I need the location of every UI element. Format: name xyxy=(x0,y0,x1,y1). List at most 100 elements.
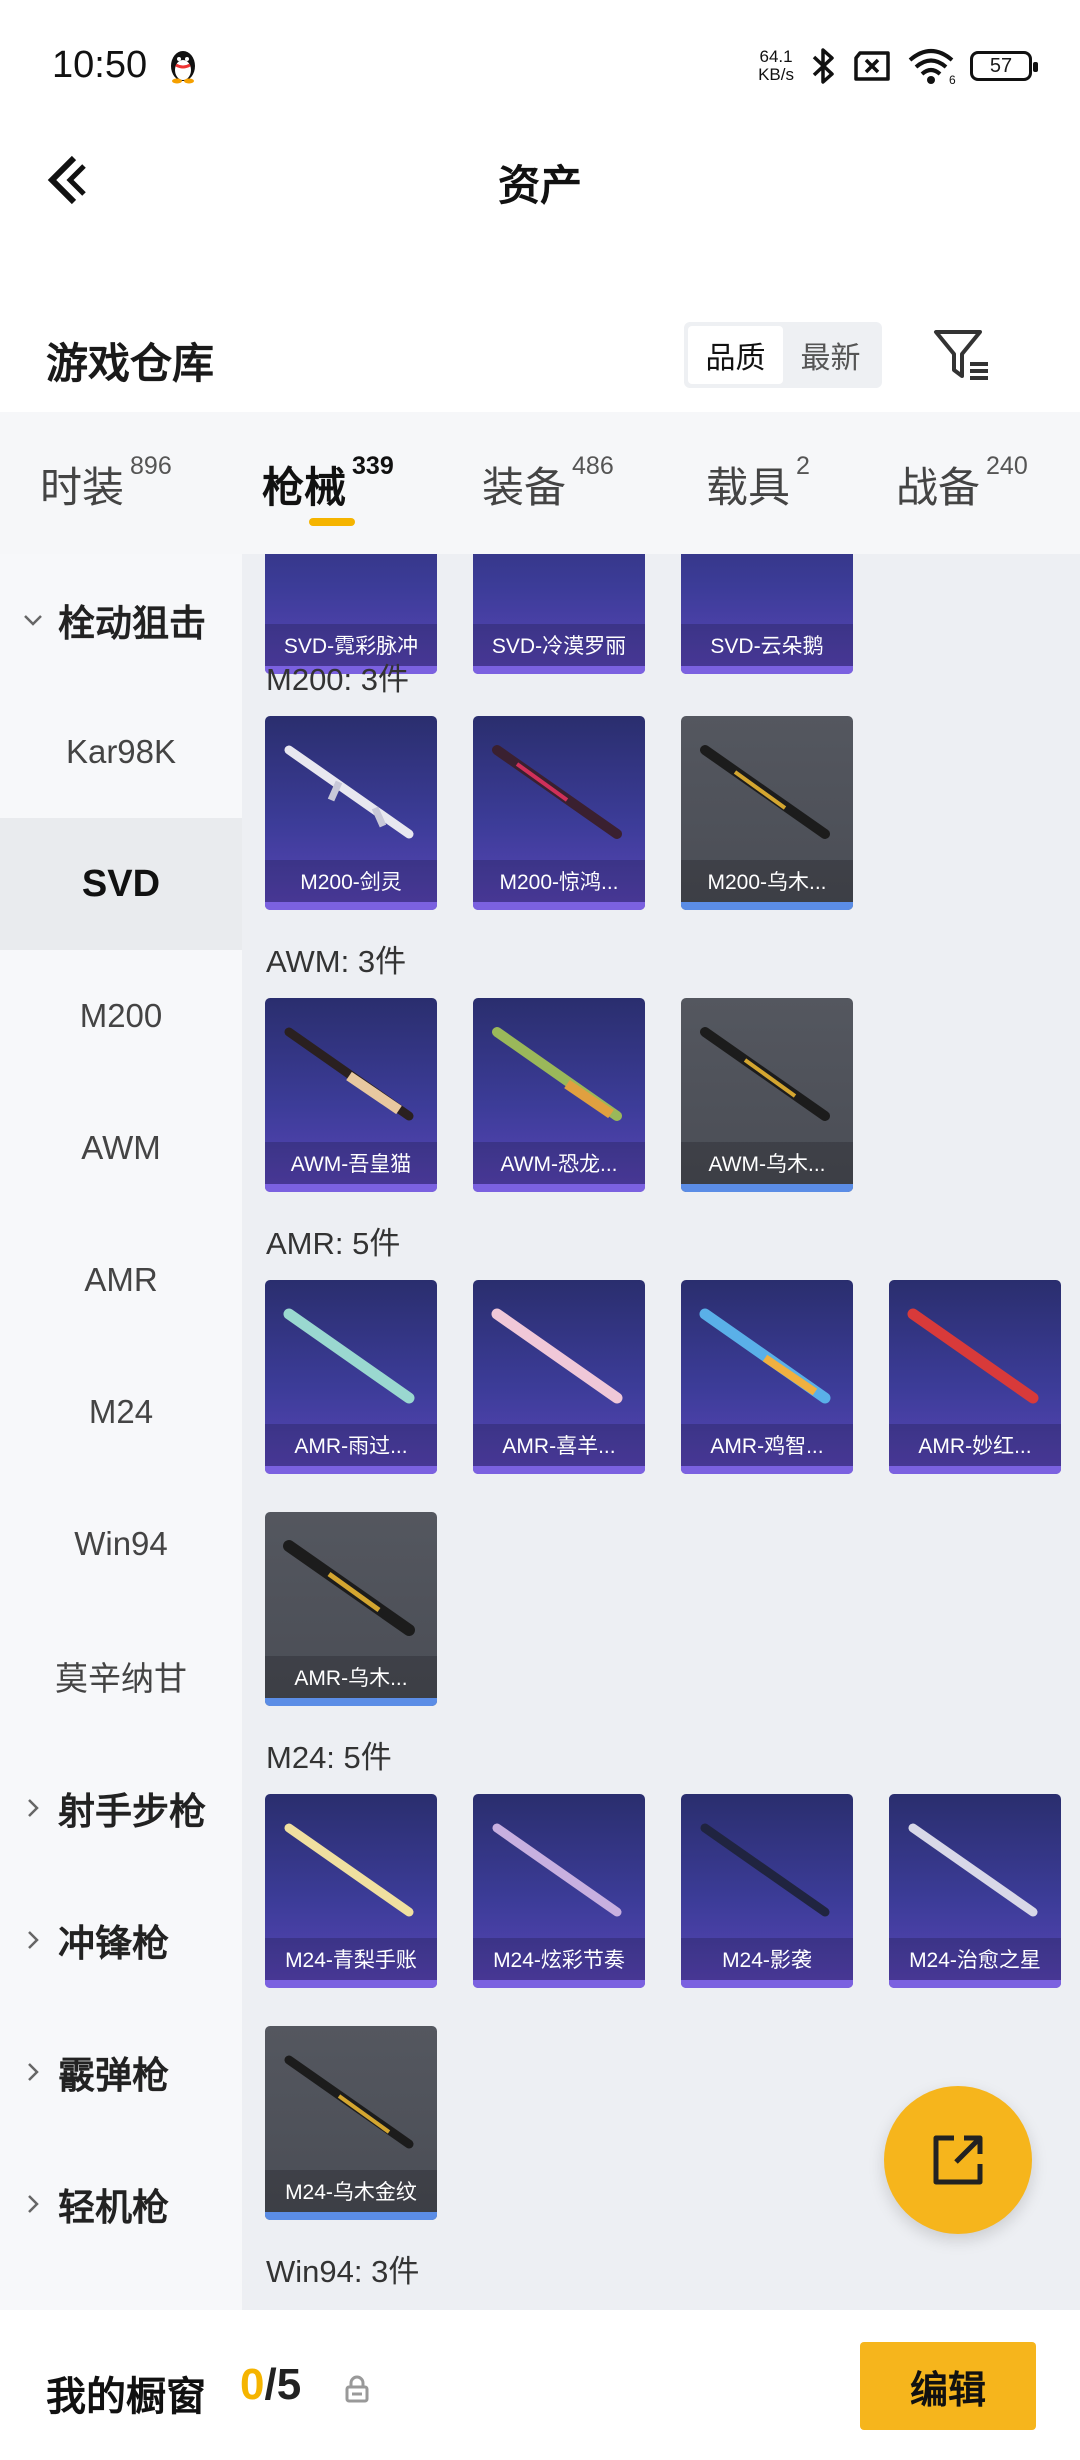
share-button[interactable] xyxy=(884,2086,1032,2234)
sidebar-group-marksman[interactable]: 射手步枪 xyxy=(0,1742,242,1874)
tab-supplies[interactable]: 战备 240 xyxy=(896,452,1028,515)
skin-card-label: AMR-妙红... xyxy=(889,1424,1061,1466)
rifle-icon xyxy=(284,1823,414,1917)
rifle-icon xyxy=(491,1308,623,1404)
skin-card-m24-5[interactable]: M24-乌木金纹 xyxy=(265,2026,437,2220)
filter-icon[interactable] xyxy=(930,324,994,388)
sidebar-item-m200[interactable]: M200 xyxy=(0,950,242,1082)
skin-card-m24-1[interactable]: M24-青梨手账 xyxy=(265,1794,437,1988)
category-tabs: 时装 896 枪械 339 装备 486 载具 2 战备 240 xyxy=(0,412,1080,554)
sidebar-group-smg[interactable]: 冲锋枪 xyxy=(0,1874,242,2006)
skin-card-m200-2[interactable]: M200-惊鸿... xyxy=(473,716,645,910)
tab-label: 时装 xyxy=(40,464,125,511)
tab-count: 2 xyxy=(796,452,810,480)
skin-card-amr-5[interactable]: AMR-乌木... xyxy=(265,1512,437,1706)
skin-card-label: M200-惊鸿... xyxy=(473,860,645,902)
sidebar-item-m24[interactable]: M24 xyxy=(0,1346,242,1478)
skin-card-m24-3[interactable]: M24-影袭 xyxy=(681,1794,853,1988)
sort-quality-button[interactable]: 品质 xyxy=(688,326,783,384)
skin-card-m200-3[interactable]: M200-乌木... xyxy=(681,716,853,910)
tab-equipment[interactable]: 装备 486 xyxy=(482,452,614,515)
sidebar-group-lmg[interactable]: 轻机枪 xyxy=(0,2138,242,2270)
skin-card-label: M200-剑灵 xyxy=(265,860,437,902)
battery-level: 57 xyxy=(989,54,1013,77)
skin-card-label: AMR-喜羊... xyxy=(473,1424,645,1466)
skin-card-label: AMR-雨过... xyxy=(265,1424,437,1466)
tab-label: 装备 xyxy=(482,464,567,511)
skin-card-awm-1[interactable]: AWM-吾皇猫 xyxy=(265,998,437,1192)
skin-card-label: AWM-乌木... xyxy=(681,1142,853,1184)
showcase-used: 0 xyxy=(240,2360,265,2409)
nav-bar: 资产 xyxy=(0,130,1080,230)
sidebar-group-label: 栓动狙击 xyxy=(58,603,206,644)
net-speed-value: 64.1 xyxy=(759,47,793,66)
sidebar-item-svd[interactable]: SVD xyxy=(0,818,242,950)
sidebar-item-amr[interactable]: AMR xyxy=(0,1214,242,1346)
status-icons: 64.1 KB/s 6 57 xyxy=(758,44,1038,88)
skin-card-label: M200-乌木... xyxy=(681,860,853,902)
sidebar-item-kar98k[interactable]: Kar98K xyxy=(0,686,242,818)
tab-count: 486 xyxy=(572,452,614,480)
edit-button[interactable]: 编辑 xyxy=(860,2342,1036,2430)
skin-card-awm-2[interactable]: AWM-恐龙... xyxy=(473,998,645,1192)
tab-firearms[interactable]: 枪械 339 xyxy=(262,452,394,515)
chevron-right-icon xyxy=(28,1931,39,1949)
skin-card-amr-4[interactable]: AMR-妙红... xyxy=(889,1280,1061,1474)
tab-vehicles[interactable]: 载具 2 xyxy=(706,452,810,515)
skin-card-label: M24-影袭 xyxy=(681,1938,853,1980)
net-speed-unit: KB/s xyxy=(758,65,794,84)
warehouse-title: 游戏仓库 xyxy=(46,340,215,387)
showcase-count: 0/5 xyxy=(240,2360,301,2410)
active-tab-indicator xyxy=(309,518,355,526)
showcase-bar: 我的橱窗 0/5 编辑 xyxy=(0,2310,1080,2460)
skin-card-label: SVD-冷漠罗丽 xyxy=(473,624,645,666)
chevron-right-icon xyxy=(28,1799,39,1817)
skin-card-label: AWM-吾皇猫 xyxy=(265,1142,437,1184)
sidebar-item-win94[interactable]: Win94 xyxy=(0,1478,242,1610)
net-speed: 64.1 KB/s xyxy=(758,48,794,84)
tab-fashion[interactable]: 时装 896 xyxy=(40,452,172,515)
rifle-icon xyxy=(700,1823,830,1917)
no-sim-icon xyxy=(854,51,890,81)
rifle-icon xyxy=(699,1308,831,1404)
skin-card-awm-3[interactable]: AWM-乌木... xyxy=(681,998,853,1192)
tab-label: 战备 xyxy=(896,464,981,511)
skin-card-svd-3[interactable]: SVD-云朵鹅 xyxy=(681,554,853,674)
skin-card-label: M24-乌木金纹 xyxy=(265,2170,437,2212)
chevron-right-icon xyxy=(28,2195,39,2213)
skin-card-label: M24-青梨手账 xyxy=(265,1938,437,1980)
weapon-grid: SVD-霓彩脉冲 SVD-冷漠罗丽 SVD-云朵鹅 M200: 3件 M200-… xyxy=(242,554,1080,2310)
warehouse-header: 游戏仓库 品质 最新 xyxy=(0,310,1080,410)
section-title-win94: Win94: 3件 xyxy=(266,2254,420,2289)
status-time: 10:50 xyxy=(52,44,148,86)
share-icon xyxy=(933,2135,983,2185)
rifle-icon xyxy=(907,1308,1039,1404)
skin-card-label: M24-炫彩节奏 xyxy=(473,1938,645,1980)
skin-card-m24-4[interactable]: M24-治愈之星 xyxy=(889,1794,1061,1988)
tab-label: 载具 xyxy=(706,464,791,511)
tab-count: 240 xyxy=(986,452,1028,480)
skin-card-amr-3[interactable]: AMR-鸡智... xyxy=(681,1280,853,1474)
sidebar-group-shotgun[interactable]: 霰弹枪 xyxy=(0,2006,242,2138)
sidebar-item-mosin[interactable]: 莫辛纳甘 xyxy=(0,1610,242,1742)
sort-toggle: 品质 最新 xyxy=(684,322,882,388)
rifle-icon xyxy=(492,1823,622,1917)
skin-card-svd-2[interactable]: SVD-冷漠罗丽 xyxy=(473,554,645,674)
sidebar-group-bolt-sniper[interactable]: 栓动狙击 xyxy=(0,554,242,686)
skin-card-amr-2[interactable]: AMR-喜羊... xyxy=(473,1280,645,1474)
showcase-total: /5 xyxy=(264,2360,302,2409)
tab-label: 枪械 xyxy=(262,464,347,511)
sidebar-item-awm[interactable]: AWM xyxy=(0,1082,242,1214)
skin-card-m200-1[interactable]: M200-剑灵 xyxy=(265,716,437,910)
sort-newest-button[interactable]: 最新 xyxy=(783,326,878,384)
skin-card-m24-2[interactable]: M24-炫彩节奏 xyxy=(473,1794,645,1988)
rifle-icon xyxy=(700,1027,830,1121)
skin-card-label: AMR-乌木... xyxy=(265,1656,437,1698)
showcase-title: 我的橱窗 xyxy=(46,2375,206,2419)
skin-card-amr-1[interactable]: AMR-雨过... xyxy=(265,1280,437,1474)
weapon-type-sidebar: 栓动狙击 Kar98K SVD M200 AWM AMR M24 Win94 莫… xyxy=(0,554,242,2310)
rifle-icon xyxy=(283,1308,415,1404)
rifle-icon xyxy=(908,1823,1038,1917)
skin-card-label: SVD-云朵鹅 xyxy=(681,624,853,666)
rifle-icon xyxy=(700,745,830,839)
